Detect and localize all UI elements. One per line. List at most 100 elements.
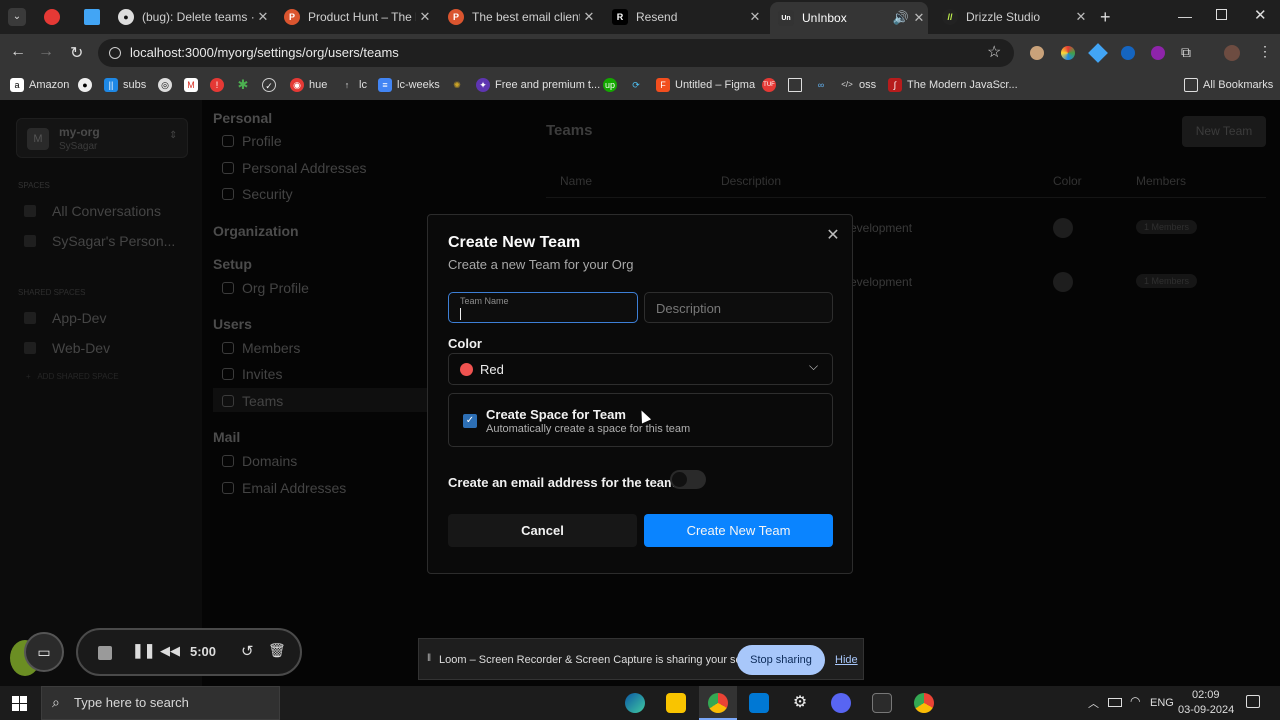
speaker-icon[interactable]: 🔊 — [892, 10, 910, 26]
bookmark-square[interactable] — [788, 78, 807, 92]
create-space-checkbox[interactable]: ✓ — [463, 414, 477, 428]
settings-icon[interactable]: ⚙ — [790, 693, 810, 713]
windows-start-icon[interactable] — [12, 696, 27, 711]
tab-drizzle[interactable]: // Drizzle Studio ✕ — [934, 4, 1090, 30]
hide-link[interactable]: Hide — [835, 654, 858, 666]
camera-icon[interactable]: ▭ — [24, 632, 64, 672]
vscode-icon[interactable] — [749, 693, 769, 713]
wifi-icon[interactable]: ◠ — [1130, 694, 1140, 708]
battery-icon[interactable] — [1108, 698, 1122, 707]
extensions-puzzle-icon[interactable]: ⧉ — [1181, 44, 1191, 61]
bookmark-lc[interactable]: ↑ lc — [340, 78, 367, 92]
bookmark-tuf[interactable]: TUF — [762, 78, 781, 92]
extension-icon-2[interactable] — [1061, 46, 1075, 60]
nav-profile[interactable]: Profile — [222, 133, 282, 149]
nav-personal-addresses[interactable]: Personal Addresses — [222, 160, 367, 176]
chrome-icon[interactable] — [708, 693, 728, 713]
space-app-dev[interactable]: App-Dev — [52, 310, 106, 326]
space-web-dev[interactable]: Web-Dev — [52, 340, 110, 356]
nav-invites[interactable]: Invites — [222, 366, 282, 382]
close-window-icon[interactable]: ✕ — [1254, 6, 1267, 24]
bookmark-star[interactable]: ✱ — [236, 78, 255, 92]
bookmark-link[interactable]: ∞ — [814, 78, 833, 92]
nav-email-addresses[interactable]: Email Addresses — [222, 480, 346, 496]
bookmark-openai[interactable]: ◎ — [158, 78, 177, 92]
all-bookmarks[interactable]: All Bookmarks — [1184, 78, 1273, 92]
bookmark-alert[interactable]: ! — [210, 78, 229, 92]
org-switcher[interactable]: M my-org SySagar ⇕ — [16, 118, 188, 158]
email-toggle[interactable] — [670, 470, 706, 489]
restart-icon[interactable]: ↺ — [241, 642, 254, 660]
close-icon[interactable]: ✕ — [254, 9, 272, 25]
profile-avatar[interactable] — [1224, 45, 1240, 61]
nav-security[interactable]: Security — [222, 186, 293, 202]
bookmark-amazon[interactable]: a Amazon — [10, 78, 69, 92]
stop-recording-icon[interactable] — [98, 646, 112, 660]
new-tab-icon[interactable]: + — [1100, 7, 1111, 28]
tab-pinned-1[interactable] — [36, 4, 72, 30]
close-icon[interactable]: ✕ — [910, 10, 928, 26]
close-icon[interactable]: ✕ — [746, 9, 764, 25]
edge-icon[interactable] — [625, 693, 645, 713]
color-select[interactable]: Red ⌵ — [448, 353, 833, 385]
space-all-conversations[interactable]: All Conversations — [52, 203, 161, 219]
trash-icon[interactable]: 🗑 — [268, 642, 286, 659]
bookmark-gear[interactable]: ✺ — [450, 78, 469, 92]
pause-icon[interactable]: ❚❚ — [132, 642, 155, 659]
terminal-icon[interactable] — [872, 693, 892, 713]
space-personal[interactable]: SySagar's Person... — [52, 233, 175, 249]
language-indicator[interactable]: ENG — [1150, 697, 1174, 709]
nav-domains[interactable]: Domains — [222, 453, 297, 469]
close-icon[interactable]: ✕ — [416, 9, 434, 25]
tab-list-button[interactable]: ⌄ — [8, 8, 26, 26]
tab-resend[interactable]: R Resend ✕ — [604, 4, 764, 30]
site-info-icon[interactable] — [109, 47, 121, 59]
description-input[interactable]: Description — [644, 292, 833, 323]
stop-sharing-button[interactable]: Stop sharing — [737, 645, 825, 675]
add-shared-space[interactable]: + ADD SHARED SPACE — [26, 372, 119, 381]
bookmark-check[interactable]: ✓ — [262, 78, 281, 92]
forward-icon[interactable]: → — [38, 43, 54, 61]
extension-icon-3[interactable] — [1088, 43, 1108, 63]
cancel-button[interactable]: Cancel — [448, 514, 637, 547]
clock-time[interactable]: 02:09 — [1192, 689, 1220, 701]
tab-uninbox[interactable]: Un UnInbox 🔊 ✕ — [770, 2, 928, 34]
tab-product-hunt[interactable]: P Product Hunt – The best✕ — [276, 4, 434, 30]
bookmark-modern-js[interactable]: ∫ The Modern JavaScr... — [888, 78, 1018, 92]
tab-pinned-2[interactable] — [76, 4, 106, 30]
bookmark-upwork[interactable]: up — [603, 78, 622, 92]
bookmark-hue[interactable]: ◉ hue — [290, 78, 327, 92]
bookmark-oss[interactable]: </> oss — [840, 78, 876, 92]
nav-teams[interactable]: Teams — [222, 393, 283, 409]
tab-github-issue[interactable]: ● (bug): Delete teams · Iss✕ — [110, 4, 272, 30]
close-icon[interactable]: ✕ — [1072, 9, 1090, 25]
team-name-input[interactable]: Team Name — [448, 292, 638, 323]
maximize-icon[interactable] — [1216, 9, 1227, 20]
chrome-profile-icon[interactable] — [914, 693, 934, 713]
notification-icon[interactable] — [1246, 695, 1260, 708]
bookmark-lc-weeks[interactable]: ≡ lc-weeks — [378, 78, 440, 92]
minimize-icon[interactable]: — — [1178, 8, 1192, 24]
new-team-button[interactable]: New Team — [1182, 116, 1266, 147]
file-explorer-icon[interactable] — [666, 693, 686, 713]
extension-icon-5[interactable] — [1151, 46, 1165, 60]
nav-org-profile[interactable]: Org Profile — [222, 280, 309, 296]
close-icon[interactable]: ✕ — [580, 9, 598, 25]
bookmark-swirl[interactable]: ⟳ — [629, 78, 648, 92]
tray-chevron-icon[interactable]: ︿ — [1088, 695, 1099, 711]
discord-icon[interactable] — [831, 693, 851, 713]
taskbar-search[interactable]: Type here to search — [41, 686, 280, 720]
bookmark-star-icon[interactable]: ☆ — [987, 42, 1001, 62]
clock-date[interactable]: 03-09-2024 — [1178, 704, 1234, 716]
close-icon[interactable]: ✕ — [824, 227, 842, 245]
bookmark-subs[interactable]: || subs — [104, 78, 146, 92]
extension-icon-1[interactable] — [1030, 46, 1044, 60]
create-team-button[interactable]: Create New Team — [644, 514, 833, 547]
bookmark-gmail[interactable]: M — [184, 78, 203, 92]
back-icon[interactable]: ← — [10, 43, 26, 61]
bookmark-figma[interactable]: F Untitled – Figma — [656, 78, 755, 92]
extension-icon-4[interactable] — [1121, 46, 1135, 60]
address-bar[interactable]: localhost:3000/myorg/settings/org/users/… — [98, 39, 1014, 67]
nav-members[interactable]: Members — [222, 340, 300, 356]
reload-icon[interactable]: ↻ — [70, 43, 83, 63]
